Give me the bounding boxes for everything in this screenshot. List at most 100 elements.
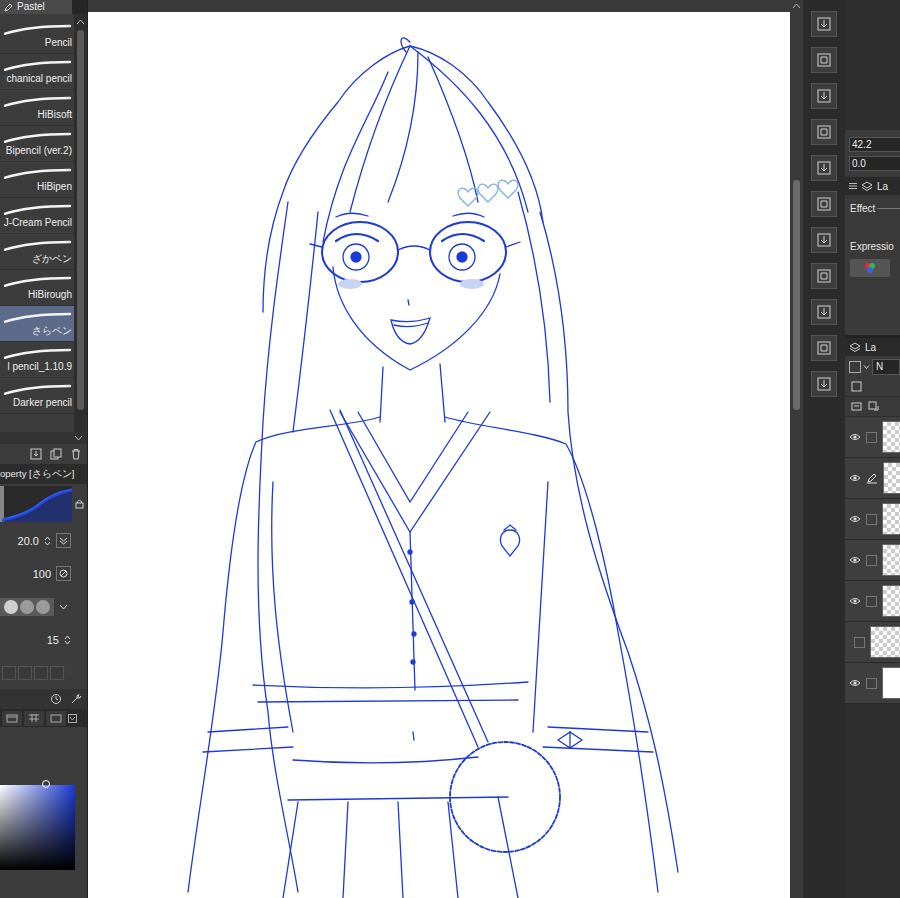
brush-item[interactable]: l pencil_1.10.9 <box>0 342 74 378</box>
visibility-toggle[interactable] <box>849 471 861 485</box>
command-button[interactable] <box>811 83 837 109</box>
stabilization-value[interactable]: 15 <box>47 634 59 646</box>
color-wheel-tab[interactable] <box>2 711 22 726</box>
brush-item[interactable]: HiBisoft <box>0 90 74 126</box>
clip-icon[interactable] <box>868 401 879 412</box>
brush-size-value[interactable]: 20.0 <box>18 535 39 547</box>
download-icon[interactable] <box>30 448 42 460</box>
arrow-up-icon[interactable] <box>792 2 801 10</box>
command-button[interactable] <box>811 155 837 181</box>
brush-item[interactable]: J-Cream Pencil <box>0 198 74 234</box>
visibility-toggle[interactable] <box>849 676 861 690</box>
brush-item[interactable]: chanical pencil <box>0 54 74 90</box>
color-history-tab[interactable] <box>46 711 66 726</box>
command-icon <box>816 160 832 176</box>
edit-toggle[interactable] <box>866 676 877 690</box>
panel-menu-icon[interactable] <box>68 714 77 723</box>
edit-toggle[interactable] <box>866 553 877 567</box>
layer-row[interactable] <box>845 581 900 622</box>
brush-item[interactable]: Pencil <box>0 18 74 54</box>
layer-row[interactable] <box>845 458 900 499</box>
lock-icon[interactable] <box>851 381 862 392</box>
command-button[interactable] <box>811 263 837 289</box>
brush-shape-option[interactable] <box>36 600 50 614</box>
edit-toggle[interactable] <box>866 471 878 485</box>
brush-item[interactable]: Darker pencil <box>0 378 74 414</box>
command-bar <box>803 0 845 898</box>
command-button[interactable] <box>811 335 837 361</box>
list-icon[interactable] <box>851 401 862 412</box>
command-button[interactable] <box>811 227 837 253</box>
layer-row[interactable] <box>845 663 900 704</box>
brush-scrollbar[interactable] <box>74 14 87 432</box>
command-button[interactable] <box>811 119 837 145</box>
wrench-icon[interactable] <box>70 693 82 705</box>
blend-mode-select[interactable]: N <box>872 359 900 375</box>
layer-color-box[interactable] <box>849 361 861 373</box>
edit-toggle[interactable] <box>866 512 877 526</box>
edit-toggle[interactable] <box>854 635 865 649</box>
brush-shape-option[interactable] <box>20 600 34 614</box>
edit-toggle[interactable] <box>866 594 877 608</box>
visibility-toggle[interactable] <box>849 594 861 608</box>
command-icon <box>816 124 832 140</box>
brush-item[interactable]: HiBipen <box>0 162 74 198</box>
stroke-preview-icon <box>4 167 72 179</box>
brush-item[interactable]: HiBirough <box>0 270 74 306</box>
brush-shape-option[interactable] <box>4 600 18 614</box>
texture-slot[interactable] <box>34 666 48 680</box>
reset-icon[interactable] <box>50 693 62 705</box>
lock-icon[interactable] <box>75 499 84 509</box>
command-button[interactable] <box>811 47 837 73</box>
visibility-toggle[interactable] <box>849 512 861 526</box>
opacity-value[interactable]: 100 <box>33 568 51 580</box>
zoom-field[interactable]: 42.2 <box>849 137 900 152</box>
layer-row[interactable] <box>845 540 900 581</box>
spinner-icon[interactable] <box>64 634 71 646</box>
brush-item[interactable]: さらペン <box>0 306 74 342</box>
layer-row[interactable] <box>845 417 900 458</box>
rotation-field[interactable]: 0.0 <box>849 156 900 171</box>
texture-slot[interactable] <box>50 666 64 680</box>
brush-item[interactable]: Bipencil (ver.2) <box>0 126 74 162</box>
expression-color-button[interactable] <box>850 259 890 277</box>
edit-toggle[interactable] <box>866 430 877 444</box>
dropdown-icon[interactable] <box>863 364 870 370</box>
saturation-value-square[interactable] <box>0 785 75 870</box>
dropdown-icon[interactable] <box>59 603 68 611</box>
pressure-curve-graph[interactable] <box>0 486 72 522</box>
layer-row[interactable] <box>845 499 900 540</box>
brush-group-tab[interactable]: Pastel <box>0 0 72 14</box>
canvas-scrollbar[interactable] <box>790 0 803 898</box>
duplicate-icon[interactable] <box>50 448 62 460</box>
trash-icon[interactable] <box>70 448 82 460</box>
texture-slot[interactable] <box>2 666 16 680</box>
layer-thumbnail <box>882 667 900 699</box>
color-set-tab[interactable] <box>24 711 44 726</box>
visibility-toggle[interactable] <box>849 553 861 567</box>
texture-slot[interactable] <box>18 666 32 680</box>
color-marker[interactable] <box>42 780 50 788</box>
brush-group-tabs: Pastel <box>0 0 87 14</box>
layer-property-tab[interactable]: La <box>845 177 900 195</box>
chevron-right-icon[interactable] <box>69 668 71 677</box>
color-tabs <box>0 709 87 727</box>
layer-thumbnail <box>883 462 900 494</box>
command-button[interactable] <box>811 371 837 397</box>
layer-row[interactable] <box>845 622 900 663</box>
chevron-down-icon[interactable] <box>74 434 83 442</box>
scroll-thumb[interactable] <box>793 180 800 410</box>
command-button[interactable] <box>811 299 837 325</box>
command-button[interactable] <box>811 191 837 217</box>
size-menu-button[interactable] <box>56 533 71 548</box>
spinner-icon[interactable] <box>44 535 51 547</box>
drawing-canvas[interactable] <box>88 12 790 898</box>
command-button[interactable] <box>811 11 837 37</box>
opacity-toggle-button[interactable] <box>56 566 71 581</box>
brush-item[interactable]: ざかペン <box>0 234 74 270</box>
arrow-up-icon[interactable] <box>76 18 85 26</box>
visibility-toggle[interactable] <box>849 430 861 444</box>
layer-tab[interactable]: La <box>845 338 900 356</box>
scroll-thumb[interactable] <box>77 30 84 410</box>
panel-empty-area <box>845 704 900 898</box>
